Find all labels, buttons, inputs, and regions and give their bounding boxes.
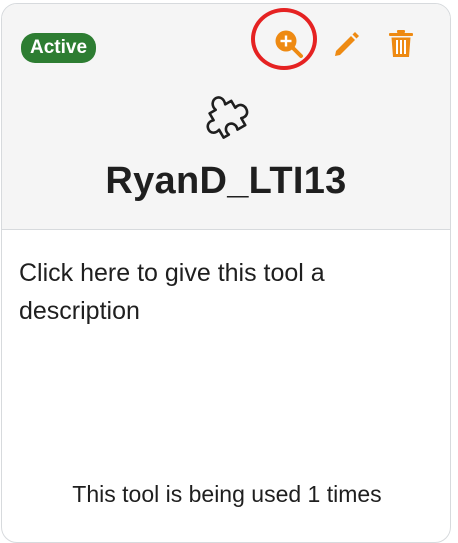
- trash-icon: [389, 30, 413, 57]
- pencil-icon: [335, 32, 359, 56]
- edit-button[interactable]: [326, 24, 366, 64]
- status-badge: Active: [21, 33, 97, 63]
- zoom-in-icon: [275, 30, 303, 58]
- tool-card: Active RyanD_LTI13 Click here to give th…: [1, 3, 451, 543]
- usage-count: This tool is being used 1 times: [72, 481, 382, 507]
- tool-name: RyanD_LTI13: [105, 160, 347, 202]
- puzzle-piece-icon: [206, 96, 249, 139]
- delete-button[interactable]: [381, 24, 421, 64]
- card-header: Active RyanD_LTI13: [2, 4, 450, 230]
- zoom-in-button[interactable]: [269, 24, 309, 64]
- tool-description[interactable]: Click here to give this tool a descripti…: [19, 254, 419, 330]
